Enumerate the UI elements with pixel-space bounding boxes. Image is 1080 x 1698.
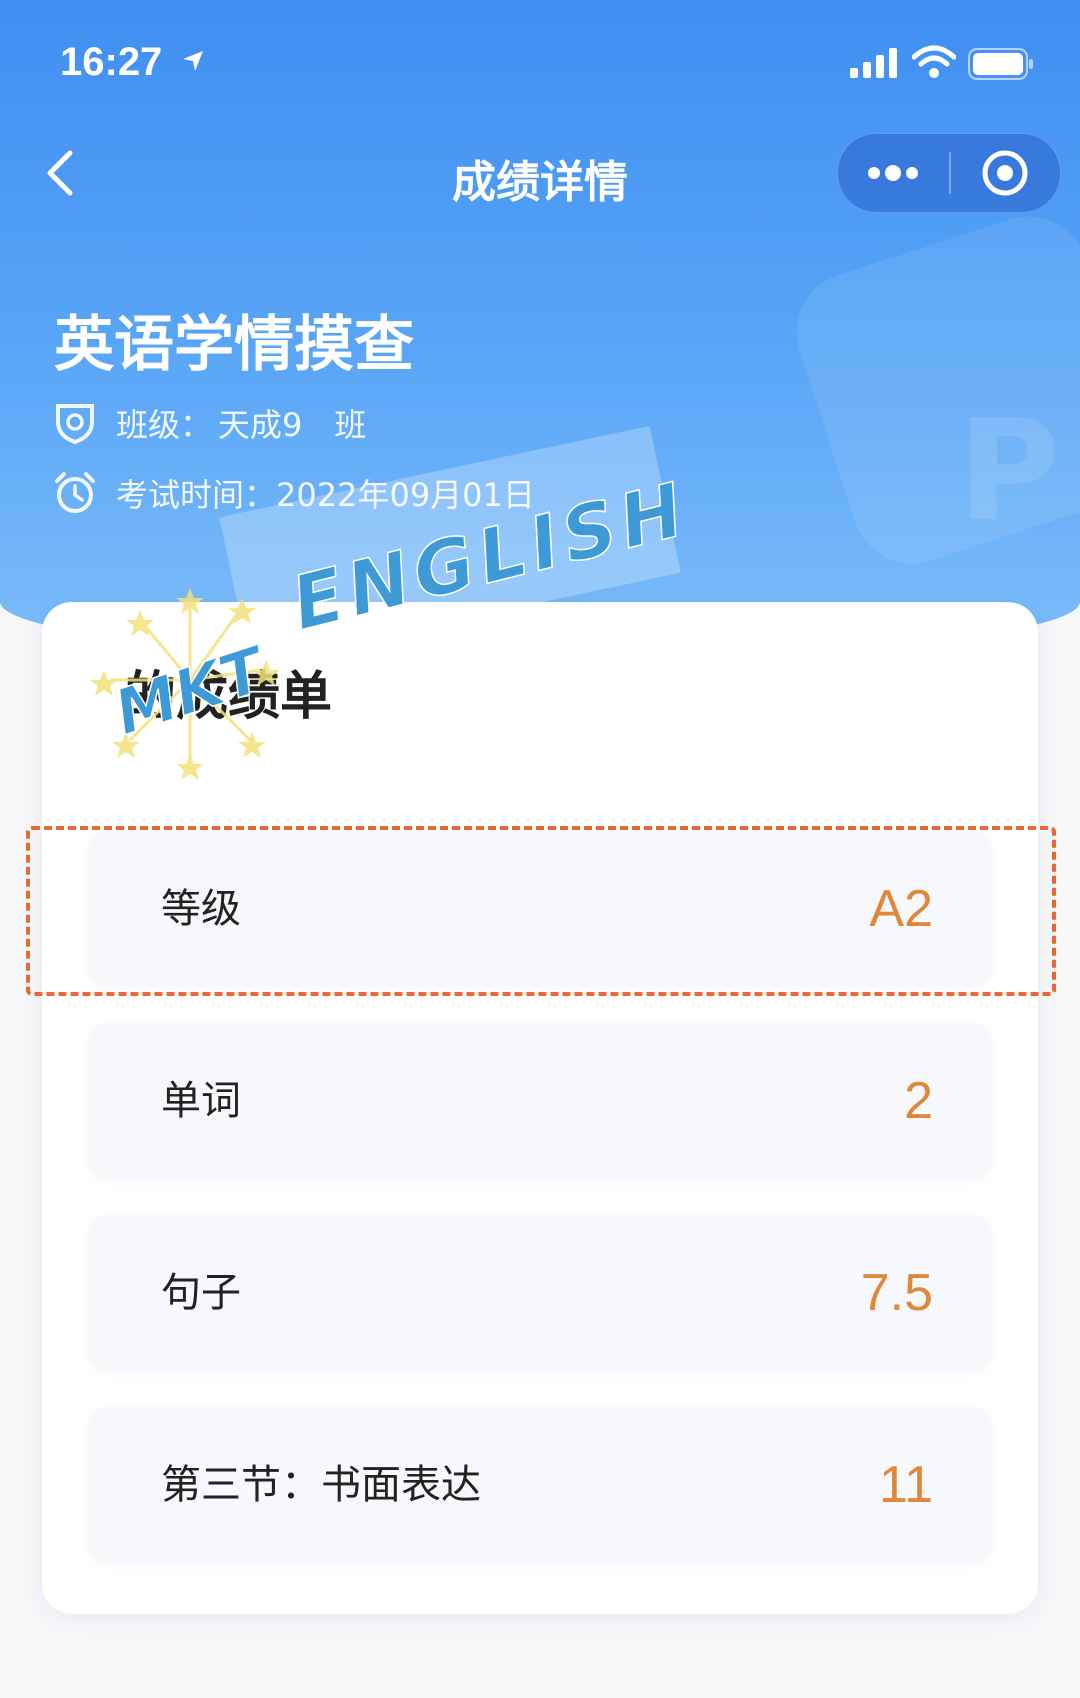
status-bar: 16:27 xyxy=(0,0,1080,130)
row-label: 等级 xyxy=(161,886,241,932)
more-dots-icon[interactable] xyxy=(838,134,948,212)
class-label: 班级： xyxy=(116,406,213,444)
time-label: 考试时间： xyxy=(116,476,277,514)
score-row-sentences: 句子 7.5 xyxy=(87,1214,993,1372)
mini-program-capsule xyxy=(837,133,1061,213)
close-target-icon[interactable] xyxy=(951,134,1060,212)
battery-icon xyxy=(968,48,1033,80)
row-label: 第三节：书面表达 xyxy=(161,1462,481,1508)
wifi-icon xyxy=(912,45,956,78)
row-value: A2 xyxy=(869,880,933,938)
score-row-grade: 等级 A2 xyxy=(87,830,993,988)
score-row-writing: 第三节：书面表达 11 xyxy=(87,1406,993,1564)
location-arrow-icon xyxy=(183,51,203,71)
cellular-signal-icon xyxy=(850,48,897,78)
row-label: 单词 xyxy=(161,1078,241,1124)
row-value: 2 xyxy=(904,1072,933,1130)
decorative-letter: P xyxy=(957,390,1060,553)
score-row-words: 单词 2 xyxy=(87,1022,993,1180)
row-value: 7.5 xyxy=(860,1264,933,1322)
score-card: 的成绩单 等级 A2 单词 2 句子 7.5 第三节：书面表达 11 xyxy=(26,602,1056,1614)
status-time: 16:27 xyxy=(60,40,163,84)
alarm-clock-icon xyxy=(55,472,95,513)
card-title: 的成绩单 xyxy=(124,667,333,727)
exam-title: 英语学情摸查 xyxy=(54,310,414,380)
class-value: 天成9 班 xyxy=(218,406,367,444)
class-info: 班级： 天成9 班 xyxy=(52,400,366,446)
badge-shield-icon xyxy=(56,404,94,445)
row-label: 句子 xyxy=(161,1270,241,1316)
row-value: 11 xyxy=(879,1456,933,1514)
